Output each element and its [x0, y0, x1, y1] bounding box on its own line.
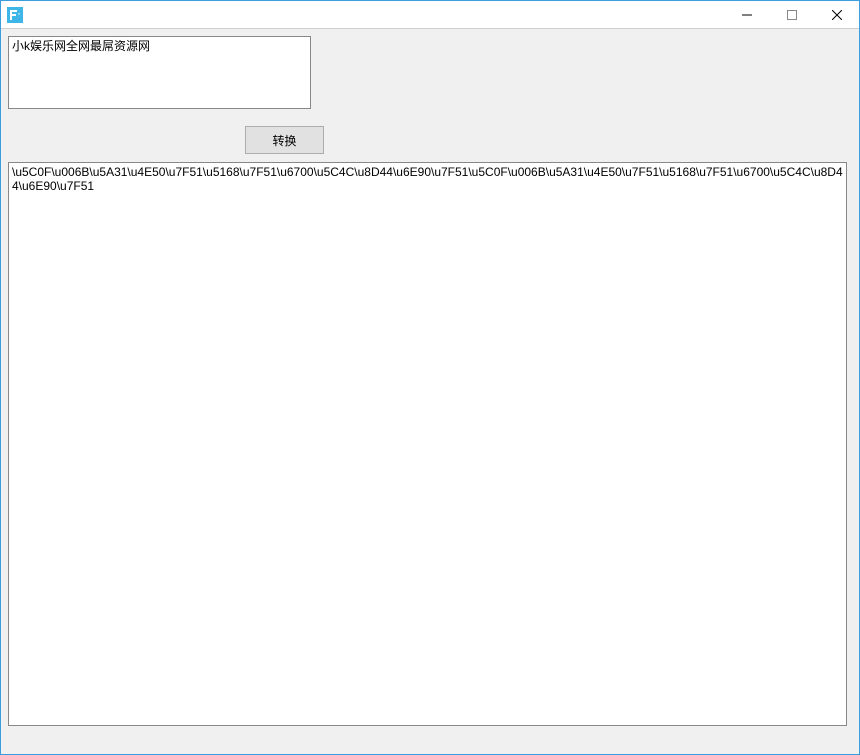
input-textarea[interactable]: [8, 36, 311, 109]
output-textarea[interactable]: [8, 162, 847, 726]
button-row: 转换: [8, 126, 852, 154]
close-button[interactable]: [814, 1, 859, 28]
app-window: 转换: [0, 0, 860, 755]
convert-button[interactable]: 转换: [245, 126, 324, 154]
maximize-button[interactable]: [769, 1, 814, 28]
titlebar: [1, 1, 859, 29]
app-icon: [7, 7, 23, 23]
window-controls: [724, 1, 859, 28]
minimize-button[interactable]: [724, 1, 769, 28]
client-area: 转换: [1, 29, 859, 754]
title-left: [7, 7, 29, 23]
